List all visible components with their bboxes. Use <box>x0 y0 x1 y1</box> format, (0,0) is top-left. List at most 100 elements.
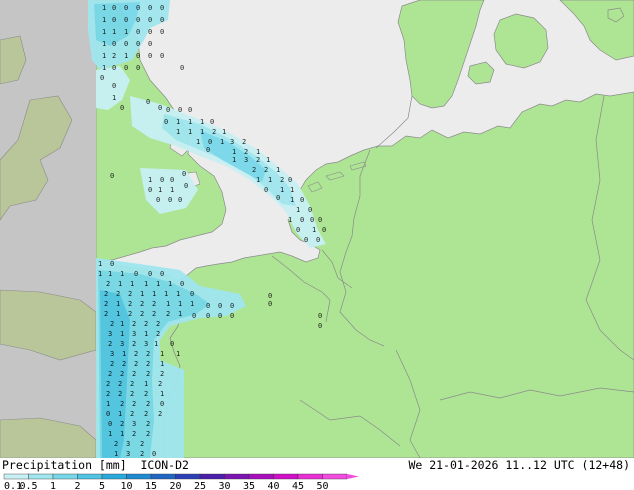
legend-color-bin <box>224 473 250 480</box>
svg-text:2: 2 <box>120 370 124 378</box>
svg-text:0: 0 <box>136 16 140 24</box>
svg-text:2: 2 <box>104 310 108 318</box>
svg-text:2: 2 <box>118 390 122 398</box>
svg-text:0: 0 <box>160 28 164 36</box>
svg-text:2: 2 <box>158 410 162 418</box>
svg-text:2: 2 <box>122 360 126 368</box>
svg-text:0: 0 <box>192 312 196 320</box>
legend-color-bin <box>150 473 176 480</box>
svg-text:1: 1 <box>196 138 200 146</box>
svg-text:1: 1 <box>170 186 174 194</box>
svg-text:1: 1 <box>124 52 128 60</box>
svg-text:1: 1 <box>114 450 118 458</box>
svg-text:1: 1 <box>144 330 148 338</box>
svg-text:0: 0 <box>152 450 156 458</box>
svg-text:2: 2 <box>128 290 132 298</box>
svg-text:0: 0 <box>148 28 152 36</box>
svg-text:0: 0 <box>136 4 140 12</box>
svg-text:0: 0 <box>170 340 174 348</box>
svg-text:1: 1 <box>164 290 168 298</box>
svg-text:1: 1 <box>176 118 180 126</box>
svg-text:0: 0 <box>160 52 164 60</box>
svg-text:0: 0 <box>178 196 182 204</box>
svg-text:0: 0 <box>310 216 314 224</box>
svg-text:0: 0 <box>160 400 164 408</box>
svg-text:1: 1 <box>112 28 116 36</box>
legend-color-bin <box>322 473 348 480</box>
svg-text:0: 0 <box>136 40 140 48</box>
svg-text:2: 2 <box>280 176 284 184</box>
legend-tick-label: 45 <box>292 481 304 490</box>
svg-text:2: 2 <box>252 166 256 174</box>
svg-text:0: 0 <box>164 118 168 126</box>
svg-text:0: 0 <box>146 98 150 106</box>
svg-text:0: 0 <box>300 196 304 204</box>
svg-text:0: 0 <box>148 40 152 48</box>
svg-text:1: 1 <box>144 380 148 388</box>
legend-tick-label: 20 <box>169 481 181 490</box>
svg-text:1: 1 <box>118 280 122 288</box>
svg-text:2: 2 <box>256 156 260 164</box>
svg-text:0: 0 <box>190 290 194 298</box>
svg-text:2: 2 <box>156 320 160 328</box>
svg-text:0: 0 <box>296 226 300 234</box>
svg-text:0: 0 <box>112 16 116 24</box>
svg-text:0: 0 <box>206 146 210 154</box>
svg-text:1: 1 <box>288 216 292 224</box>
svg-text:1: 1 <box>124 28 128 36</box>
svg-text:0: 0 <box>206 312 210 320</box>
legend-color-bin <box>273 473 299 480</box>
svg-text:0: 0 <box>230 312 234 320</box>
svg-text:2: 2 <box>132 340 136 348</box>
svg-text:1: 1 <box>120 270 124 278</box>
svg-text:1: 1 <box>108 430 112 438</box>
colorbar-legend: 0.10.5 1 2 5 10 15 20 25 30 35 40 45 50 <box>3 473 359 490</box>
svg-text:0: 0 <box>322 226 326 234</box>
svg-text:1: 1 <box>98 260 102 268</box>
svg-text:1: 1 <box>312 226 316 234</box>
svg-text:2: 2 <box>156 330 160 338</box>
svg-text:0: 0 <box>112 82 116 90</box>
svg-text:1: 1 <box>118 410 122 418</box>
legend-color-bin <box>28 473 54 480</box>
svg-text:1: 1 <box>102 4 106 12</box>
svg-text:2: 2 <box>132 370 136 378</box>
svg-text:0: 0 <box>110 172 114 180</box>
svg-text:2: 2 <box>146 420 150 428</box>
svg-text:2: 2 <box>144 320 148 328</box>
svg-text:0: 0 <box>268 292 272 300</box>
svg-text:0: 0 <box>188 106 192 114</box>
svg-text:2: 2 <box>106 390 110 398</box>
svg-text:1: 1 <box>102 28 106 36</box>
svg-text:2: 2 <box>108 340 112 348</box>
svg-text:1: 1 <box>112 94 116 102</box>
legend-color-bin <box>248 473 274 480</box>
svg-text:1: 1 <box>98 270 102 278</box>
svg-text:2: 2 <box>130 390 134 398</box>
svg-text:0: 0 <box>124 16 128 24</box>
svg-text:0: 0 <box>108 420 112 428</box>
svg-text:0: 0 <box>264 186 268 194</box>
svg-text:3: 3 <box>132 330 136 338</box>
svg-text:1: 1 <box>220 138 224 146</box>
svg-text:0: 0 <box>134 270 138 278</box>
svg-text:0: 0 <box>100 74 104 82</box>
svg-text:2: 2 <box>146 360 150 368</box>
svg-text:1: 1 <box>178 300 182 308</box>
svg-text:0: 0 <box>148 16 152 24</box>
svg-text:1: 1 <box>166 300 170 308</box>
svg-text:3: 3 <box>120 340 124 348</box>
svg-text:1: 1 <box>190 300 194 308</box>
svg-text:1: 1 <box>188 128 192 136</box>
svg-text:1: 1 <box>296 206 300 214</box>
svg-text:2: 2 <box>120 420 124 428</box>
svg-text:2: 2 <box>140 310 144 318</box>
svg-text:1: 1 <box>154 340 158 348</box>
svg-text:1: 1 <box>188 118 192 126</box>
svg-text:1: 1 <box>140 290 144 298</box>
svg-text:1: 1 <box>160 350 164 358</box>
legend-tick-label: 40 <box>267 481 279 490</box>
legend-color-bin <box>199 473 225 480</box>
svg-text:2: 2 <box>130 380 134 388</box>
svg-text:2: 2 <box>106 380 110 388</box>
